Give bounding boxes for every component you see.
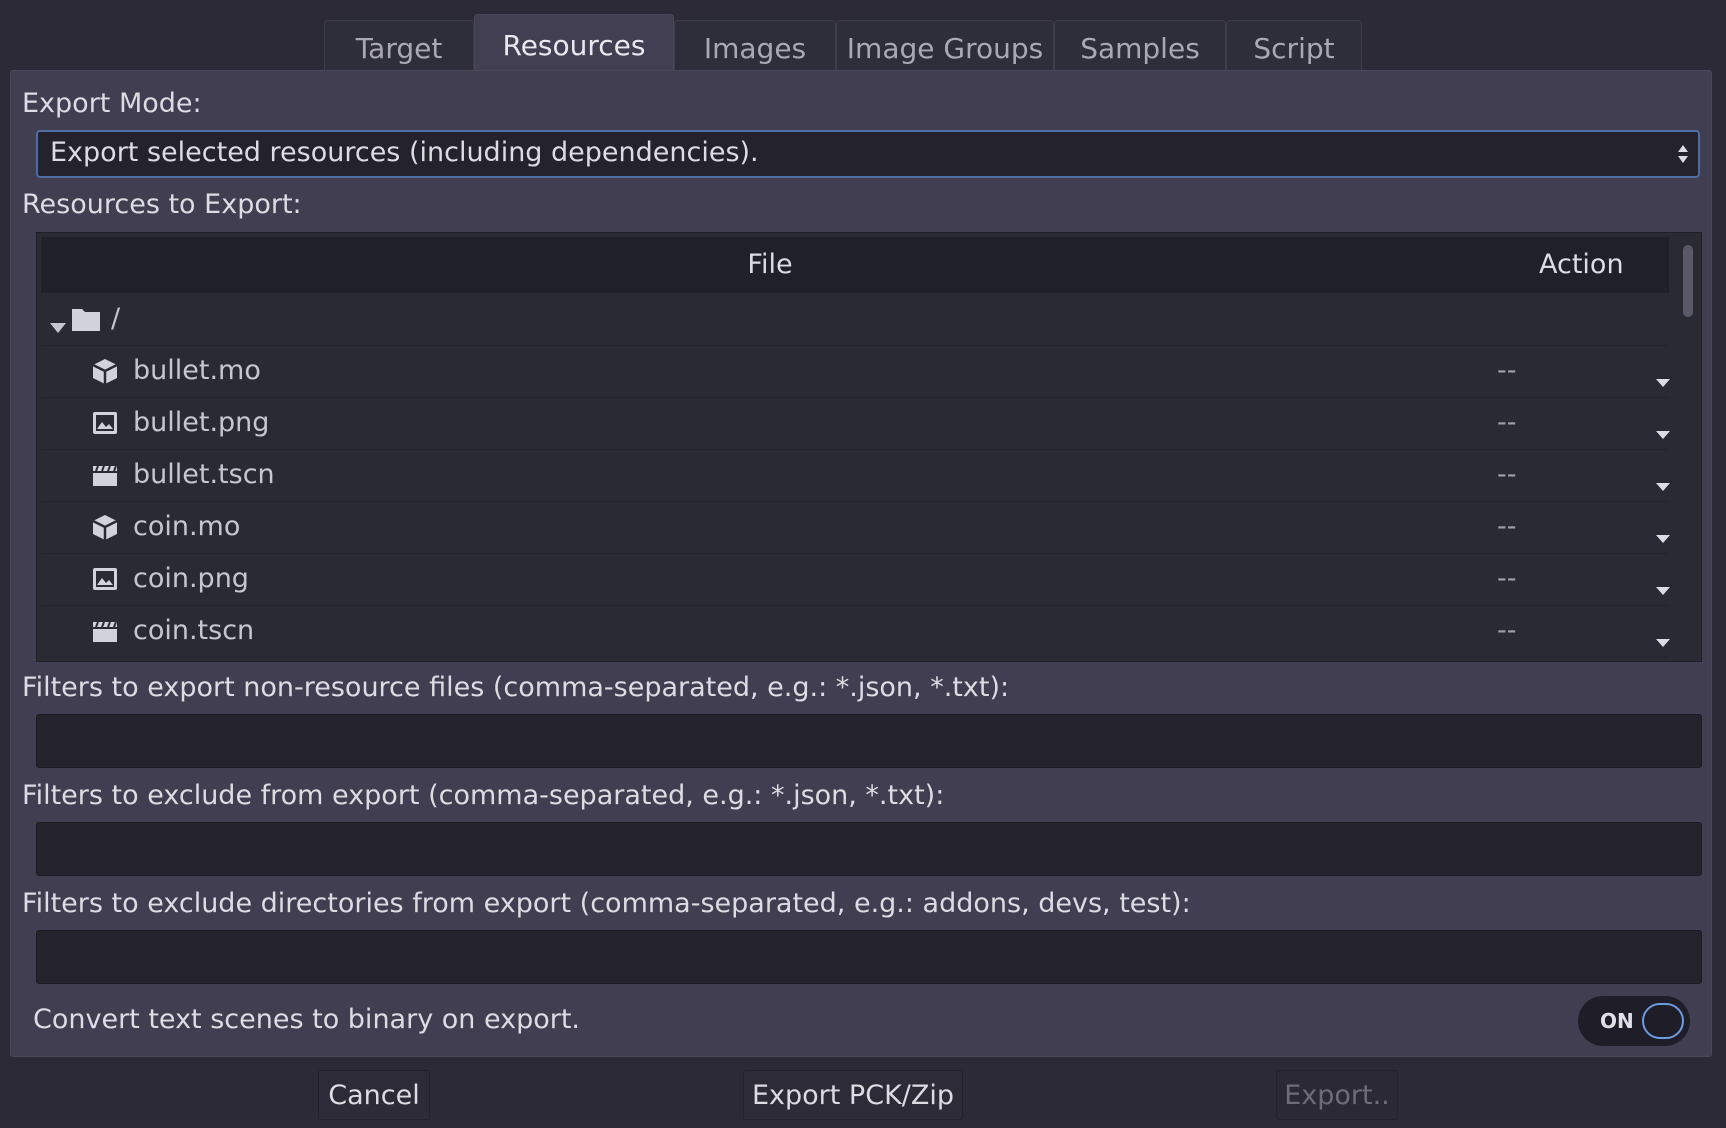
tab-image-groups[interactable]: Image Groups bbox=[836, 20, 1054, 76]
cancel-button[interactable]: Cancel bbox=[318, 1070, 430, 1120]
resource-action[interactable]: -- bbox=[1497, 345, 1517, 397]
tab-bar: Target Resources Images Image Groups Sam… bbox=[324, 14, 1362, 76]
tree-scrollbar[interactable] bbox=[1683, 245, 1693, 651]
column-header-action[interactable]: Action bbox=[1539, 237, 1624, 293]
resource-filename: coin.tscn bbox=[133, 615, 255, 646]
non-resource-filters-input[interactable] bbox=[36, 714, 1702, 768]
scene-icon bbox=[91, 617, 119, 645]
scrollbar-thumb[interactable] bbox=[1683, 245, 1693, 317]
resource-row[interactable]: bullet.png -- bbox=[41, 397, 1671, 450]
export-button[interactable]: Export.. bbox=[1276, 1070, 1398, 1120]
tab-script[interactable]: Script bbox=[1226, 20, 1362, 76]
collapse-arrow-icon[interactable] bbox=[49, 311, 67, 342]
toggle-state-label: ON bbox=[1600, 1009, 1634, 1033]
resources-tree: File Action / bullet.mo -- bullet.png -- bul… bbox=[36, 232, 1702, 662]
tree-header: File Action bbox=[41, 237, 1669, 293]
toggle-knob bbox=[1642, 1003, 1684, 1039]
tab-images[interactable]: Images bbox=[674, 20, 836, 76]
tree-root-row[interactable]: / bbox=[41, 293, 1669, 346]
mesh-icon bbox=[91, 513, 119, 541]
convert-binary-label: Convert text scenes to binary on export. bbox=[33, 1004, 581, 1035]
tab-resources[interactable]: Resources bbox=[474, 14, 674, 76]
export-pck-zip-button[interactable]: Export PCK/Zip bbox=[743, 1070, 963, 1120]
column-header-file[interactable]: File bbox=[41, 237, 1499, 293]
resource-action[interactable]: -- bbox=[1497, 553, 1517, 605]
resource-row[interactable]: coin.mo -- bbox=[41, 501, 1671, 554]
exclude-filters-label: Filters to exclude from export (comma-se… bbox=[22, 780, 945, 811]
dropdown-arrow-icon[interactable] bbox=[1655, 365, 1671, 396]
resource-filename: bullet.mo bbox=[133, 355, 261, 386]
resource-row[interactable]: bullet.tscn -- bbox=[41, 449, 1671, 502]
export-mode-value: Export selected resources (including dep… bbox=[50, 137, 759, 168]
dropdown-arrow-icon[interactable] bbox=[1655, 469, 1671, 500]
non-resource-filters-label: Filters to export non-resource files (co… bbox=[22, 672, 1010, 703]
tree-root-label: / bbox=[111, 303, 121, 334]
dropdown-arrow-icon[interactable] bbox=[1655, 573, 1671, 604]
resource-action[interactable]: -- bbox=[1497, 501, 1517, 553]
export-mode-select[interactable]: Export selected resources (including dep… bbox=[36, 130, 1700, 178]
tab-target[interactable]: Target bbox=[324, 20, 474, 76]
scene-icon bbox=[91, 461, 119, 489]
resource-action[interactable]: -- bbox=[1497, 605, 1517, 657]
resource-filename: coin.png bbox=[133, 563, 249, 594]
convert-binary-toggle[interactable]: ON bbox=[1578, 996, 1690, 1046]
resources-to-export-label: Resources to Export: bbox=[22, 189, 302, 220]
resource-filename: coin.mo bbox=[133, 511, 241, 542]
exclude-dirs-filters-input[interactable] bbox=[36, 930, 1702, 984]
resource-row[interactable]: bullet.mo -- bbox=[41, 345, 1671, 398]
up-down-arrows-icon bbox=[1668, 132, 1698, 176]
resource-filename: bullet.png bbox=[133, 407, 270, 438]
dropdown-arrow-icon[interactable] bbox=[1655, 417, 1671, 448]
resource-row[interactable]: coin.tscn -- bbox=[41, 605, 1671, 658]
resource-filename: bullet.tscn bbox=[133, 459, 275, 490]
mesh-icon bbox=[91, 357, 119, 385]
exclude-filters-input[interactable] bbox=[36, 822, 1702, 876]
resource-row[interactable]: coin.png -- bbox=[41, 553, 1671, 606]
image-icon bbox=[91, 565, 119, 593]
folder-icon bbox=[71, 306, 101, 339]
exclude-dirs-filters-label: Filters to exclude directories from expo… bbox=[22, 888, 1191, 919]
resource-action[interactable]: -- bbox=[1497, 449, 1517, 501]
export-mode-label: Export Mode: bbox=[22, 88, 202, 119]
dropdown-arrow-icon[interactable] bbox=[1655, 521, 1671, 552]
image-icon bbox=[91, 409, 119, 437]
tab-samples[interactable]: Samples bbox=[1054, 20, 1226, 76]
resource-action[interactable]: -- bbox=[1497, 397, 1517, 449]
dropdown-arrow-icon[interactable] bbox=[1655, 625, 1671, 656]
